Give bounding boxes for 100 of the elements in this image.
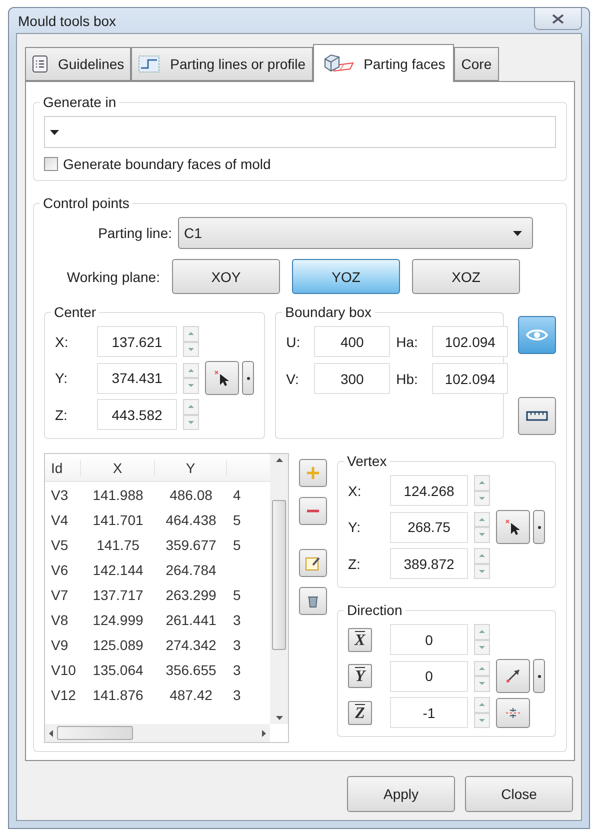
reverse-button[interactable] (496, 698, 530, 728)
scroll-up-icon[interactable] (276, 458, 282, 462)
scroll-left-icon[interactable] (49, 730, 53, 736)
minus-icon (306, 509, 320, 513)
tab[interactable]: Core (454, 47, 499, 81)
close-button[interactable] (534, 8, 582, 30)
options-dot-button[interactable] (533, 659, 545, 693)
add-button[interactable] (299, 459, 327, 487)
axis-button[interactable]: X (348, 628, 372, 652)
dialog-button[interactable]: Apply (347, 776, 455, 812)
spin-buttons[interactable] (474, 660, 490, 692)
dialog-button[interactable]: Close (465, 776, 573, 812)
plane-button[interactable]: YOZ (292, 259, 400, 294)
column-header[interactable]: Id (45, 460, 81, 476)
spin-buttons[interactable] (183, 399, 199, 430)
column-header[interactable]: Y (155, 460, 227, 476)
table-cell-text: V3 (50, 486, 70, 502)
tab[interactable]: Parting lines or profile (131, 47, 313, 81)
vertical-scrollbar[interactable] (270, 454, 288, 724)
spin-buttons[interactable] (183, 326, 199, 357)
remove-button[interactable] (299, 497, 327, 525)
field-label: X: (55, 334, 70, 350)
field-label: Working plane: (66, 268, 160, 284)
spin-buttons[interactable] (183, 362, 199, 394)
spin-buttons[interactable] (474, 548, 490, 579)
number-field[interactable]: 400 (314, 326, 390, 357)
table-cell-text: 141.876 (92, 686, 144, 702)
number-field[interactable]: 389.872 (390, 548, 468, 579)
table-cell-text: 3 (232, 662, 242, 678)
ruler-icon (526, 411, 548, 421)
cursor-icon (504, 518, 522, 536)
number-field[interactable]: -1 (390, 697, 468, 728)
dropdown-value: C1 (184, 225, 202, 241)
table-cell-text: V6 (50, 562, 70, 578)
eye-icon (526, 328, 548, 342)
tab[interactable]: Parting faces (312, 44, 454, 82)
plane-button[interactable]: XOZ (412, 259, 520, 294)
group-title: Center (53, 304, 98, 320)
spin-buttons[interactable] (474, 697, 490, 728)
checkbox-box[interactable] (44, 157, 58, 171)
options-dot-button[interactable] (242, 361, 254, 395)
trash-button[interactable] (299, 587, 327, 615)
table-cell-text: 3 (232, 612, 242, 628)
table-cell-text: V5 (50, 536, 70, 552)
number-field[interactable]: 374.431 (97, 362, 177, 394)
table-cell-text: 486.08 (168, 486, 214, 502)
eye-toggle-button[interactable] (518, 316, 556, 354)
number-field[interactable]: 102.094 (432, 326, 508, 357)
dot-icon (538, 674, 540, 678)
tab[interactable]: Guidelines (25, 47, 132, 81)
number-field[interactable]: 300 (314, 363, 390, 394)
column-header[interactable]: X (81, 460, 155, 476)
table-cell-text: 142.144 (92, 562, 144, 578)
table-cell-text: 359.677 (164, 536, 218, 552)
group-title: Generate in (42, 94, 118, 110)
table-cell-text: 261.441 (164, 612, 218, 628)
spin-buttons[interactable] (474, 512, 490, 542)
table-cell-text: 141.701 (92, 512, 144, 528)
number-field[interactable]: 124.268 (390, 475, 468, 506)
number-field[interactable]: 443.582 (97, 399, 177, 430)
axis-button[interactable]: Y (348, 664, 372, 688)
field-label: Z: (348, 556, 362, 572)
checkbox-label: Generate boundary faces of mold (63, 156, 271, 172)
direction-pick-button[interactable] (496, 659, 530, 693)
number-field[interactable]: 0 (390, 660, 468, 692)
field-label: Y: (55, 370, 68, 386)
checkbox[interactable]: Generate boundary faces of mold (44, 156, 556, 172)
number-field[interactable]: 102.094 (432, 363, 508, 394)
edit-button[interactable] (299, 549, 327, 577)
table-cell-text: 141.75 (96, 536, 140, 552)
number-field[interactable]: 0 (390, 624, 468, 655)
field-label: U: (286, 334, 302, 350)
table-cell-text: V4 (50, 512, 70, 528)
table-cell-text: V12 (50, 686, 77, 702)
list-icon (32, 55, 48, 73)
dot-icon (246, 376, 250, 380)
edit-icon (305, 555, 321, 571)
ruler-button[interactable] (518, 397, 556, 435)
table-cell-text: 124.999 (92, 612, 144, 628)
number-field[interactable]: 137.621 (97, 326, 177, 357)
pick-point-button[interactable] (205, 361, 239, 395)
table-cell-text: 487.42 (168, 686, 214, 702)
scroll-down-icon[interactable] (276, 716, 282, 720)
window-title: Mould tools box (17, 12, 116, 28)
table-cell-text: 5 (232, 512, 242, 528)
pick-point-button[interactable] (496, 510, 530, 544)
spin-buttons[interactable] (474, 624, 490, 655)
dropdown[interactable]: C1 (178, 217, 533, 249)
table-cell-text: 464.438 (164, 512, 218, 528)
horizontal-scrollbar[interactable] (45, 724, 270, 742)
axis-button[interactable]: Z (348, 700, 372, 724)
table-cell-text: V10 (50, 662, 77, 678)
number-field[interactable]: 268.75 (390, 512, 468, 542)
options-dot-button[interactable] (533, 510, 545, 544)
table-cell-text: 141.988 (92, 486, 144, 502)
field-label: Ha: (396, 334, 419, 350)
table-cell-text: 5 (232, 536, 242, 552)
scroll-right-icon[interactable] (262, 730, 266, 736)
spin-buttons[interactable] (474, 475, 490, 506)
plane-button[interactable]: XOY (172, 259, 280, 294)
